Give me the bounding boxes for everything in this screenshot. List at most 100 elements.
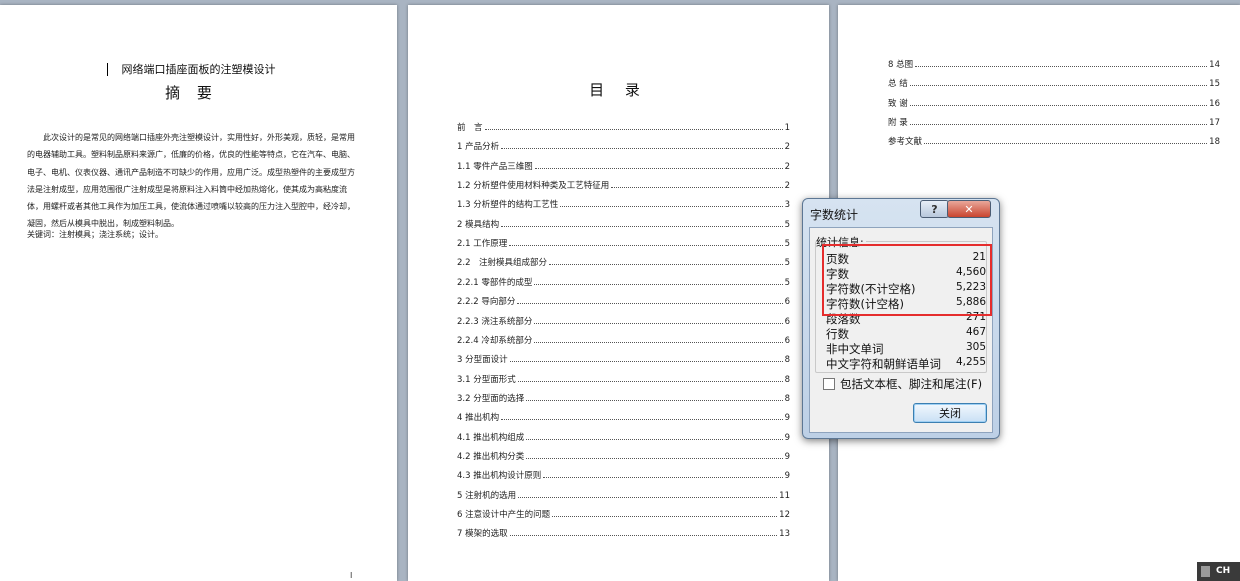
- help-button[interactable]: ?: [920, 200, 949, 218]
- toc-entry-text: 3.2 分型面的选择: [457, 393, 525, 404]
- close-button[interactable]: 关闭: [913, 403, 987, 423]
- toc-entry[interactable]: 2.2.3 浇注系统部分 6: [457, 313, 790, 327]
- toc-entry[interactable]: 附 录 17: [888, 114, 1220, 128]
- abstract-heading: 摘 要: [165, 84, 218, 102]
- toc-entry-text: 5 注射机的选用: [457, 490, 517, 501]
- toc-entry-page: 2: [784, 161, 790, 172]
- toc-leader-dots: [549, 264, 783, 266]
- toc-leader-dots: [526, 438, 783, 440]
- toc-entry[interactable]: 4 推出机构 9: [457, 409, 790, 423]
- toc-leader-dots: [543, 477, 783, 479]
- toc-entry-text: 2.2.3 浇注系统部分: [457, 316, 533, 327]
- include-textbox-footnotes-option[interactable]: 包括文本框、脚注和尾注(F): [823, 376, 982, 392]
- document-page-1: 网络端口插座面板的注塑模设计 摘 要 此次设计的是常见的网络端口插座外壳注塑模设…: [0, 5, 397, 581]
- statistic-label: 非中文单词: [826, 342, 884, 356]
- toc-entry-text: 4.1 推出机构组成: [457, 432, 525, 443]
- toc-entry-text: 2.2 注射模具组成部分: [457, 258, 548, 269]
- toc-entry-text: 4.2 推出机构分类: [457, 451, 525, 462]
- toc-entry-page: 5: [784, 239, 790, 250]
- toc-entry-text: 2.1 工作原理: [457, 239, 508, 250]
- toc-entry-page: 1: [784, 123, 790, 133]
- toc-leader-dots: [517, 380, 783, 382]
- toc-entry[interactable]: 4.3 推出机构设计原则 9: [457, 467, 790, 481]
- toc-entry-text: 4.3 推出机构设计原则: [457, 471, 542, 482]
- statistic-row: 中文字符和朝鲜语单词 4,255: [826, 356, 986, 371]
- toc-entry[interactable]: 1.3 分析塑件的结构工艺性 3: [457, 196, 790, 210]
- toc-entry[interactable]: 8 总图 14: [888, 56, 1220, 70]
- document-page-2: 目 录 前 言11 产品分析 2 1.1 零件产品三维图 2 1.2 分析塑件使用材料种…: [408, 5, 829, 581]
- toc-entry-text: 2.2.2 导向部分: [457, 297, 516, 308]
- toc-entry[interactable]: 2.2.2 导向部分 6: [457, 293, 790, 307]
- toc-entry[interactable]: 1.2 分析塑件使用材料种类及工艺特征用 2: [457, 177, 790, 191]
- toc-leader-dots: [509, 245, 783, 247]
- keyboard-icon: [1201, 566, 1210, 577]
- statistic-row: 非中文单词 305: [826, 341, 986, 356]
- toc-leader-dots: [501, 225, 783, 227]
- toc-entry-page: 17: [1209, 117, 1220, 128]
- toc-leader-dots: [509, 535, 778, 537]
- toc-entry[interactable]: 3.1 分型面形式 8: [457, 371, 790, 385]
- red-highlight-box: [822, 244, 992, 316]
- toc-entry-page: 3: [784, 200, 790, 211]
- toc-entry[interactable]: 4.2 推出机构分类 9: [457, 448, 790, 462]
- abstract-body: 此次设计的是常见的网络端口插座外壳注塑模设计，实用性好，外形美观，质轻，是常用的…: [27, 133, 355, 229]
- toc-entry-page: 9: [784, 413, 790, 424]
- toc-entry-text: 1.1 零件产品三维图: [457, 161, 533, 172]
- toc-leader-dots: [534, 167, 783, 169]
- toc-leader-dots: [611, 187, 783, 189]
- word-count-dialog: 字数统计 ? ✕ 统计信息: 页数 21 字数 4,560 字符数(不计空格) 5,223…: [802, 198, 1000, 439]
- toc-entry-text: 致 谢: [888, 98, 908, 109]
- toc-leader-dots: [909, 85, 1208, 87]
- toc-entry[interactable]: 3 分型面设计 8: [457, 351, 790, 365]
- toc-entry-page: 8: [784, 374, 790, 385]
- toc-leader-dots: [534, 341, 783, 343]
- toc-entry-page: 13: [779, 529, 790, 540]
- toc-entry-page: 15: [1209, 79, 1220, 90]
- toc-entry[interactable]: 2.2 注射模具组成部分 5: [457, 254, 790, 268]
- ime-language-label: CH: [1216, 566, 1231, 576]
- toc-leader-dots: [924, 143, 1208, 145]
- toc-entry-page: 5: [784, 258, 790, 269]
- toc-entry[interactable]: 3.2 分型面的选择 8: [457, 390, 790, 404]
- include-textbox-checkbox[interactable]: [823, 378, 835, 390]
- toc-entry-text: 附 录: [888, 117, 908, 128]
- toc-leader-dots: [518, 496, 778, 498]
- toc-entry-page: 12: [779, 510, 790, 520]
- toc-leader-dots: [526, 457, 783, 459]
- toc-leader-dots: [560, 206, 783, 208]
- toc-entry[interactable]: 前 言 1: [457, 119, 790, 133]
- toc-leader-dots: [909, 104, 1208, 106]
- close-x-button[interactable]: ✕: [947, 200, 991, 218]
- toc-entry[interactable]: 2.2.1 零部件的成型 5: [457, 274, 790, 288]
- toc-entry[interactable]: 6 注意设计中产生的问题 12: [457, 506, 790, 520]
- toc-entry-text: 参考文献: [888, 137, 923, 148]
- toc-entry-text: 3.1 分型面形式: [457, 374, 516, 385]
- toc-leader-dots: [526, 399, 783, 401]
- toc-entry[interactable]: 4.1 推出机构组成 9: [457, 429, 790, 443]
- toc-entry-text: 1.2 分析塑件使用材料种类及工艺特征用: [457, 181, 610, 192]
- ime-indicator[interactable]: CH: [1197, 562, 1240, 581]
- statistic-row: 行数 467: [826, 326, 986, 341]
- toc-entry-text: 2.2.1 零部件的成型: [457, 277, 533, 288]
- dialog-body: 统计信息: 页数 21 字数 4,560 字符数(不计空格) 5,223 字符数(计空格) 5…: [809, 227, 993, 433]
- statistic-value: 467: [965, 326, 986, 338]
- toc-entry-page: 6: [784, 335, 790, 346]
- toc-entry[interactable]: 总 结 15: [888, 75, 1220, 89]
- toc-entry-page: 16: [1209, 98, 1220, 109]
- toc-entry[interactable]: 2.1 工作原理 5: [457, 235, 790, 249]
- include-textbox-label: 包括文本框、脚注和尾注(F): [840, 377, 983, 391]
- toc-entry[interactable]: 1 产品分析 2: [457, 138, 790, 152]
- toc-entry-text: 1.3 分析塑件的结构工艺性: [457, 200, 559, 211]
- statistic-label: 行数: [826, 327, 849, 341]
- toc-entry[interactable]: 5 注射机的选用 11: [457, 487, 790, 501]
- toc-entry-page: 8: [784, 355, 790, 366]
- toc-entry[interactable]: 1.1 零件产品三维图 2: [457, 158, 790, 172]
- toc-entry[interactable]: 2 模具结构 5: [457, 216, 790, 230]
- toc-entry[interactable]: 2.2.4 冷却系统部分 6: [457, 332, 790, 346]
- toc-leader-dots: [915, 66, 1208, 67]
- toc-entry-page: 5: [784, 219, 790, 230]
- toc-entry[interactable]: 参考文献 18: [888, 133, 1220, 147]
- toc-leader-dots: [534, 322, 783, 324]
- toc-entry[interactable]: 7 模架的选取 13: [457, 525, 790, 539]
- toc-entry[interactable]: 致 谢 16: [888, 95, 1220, 109]
